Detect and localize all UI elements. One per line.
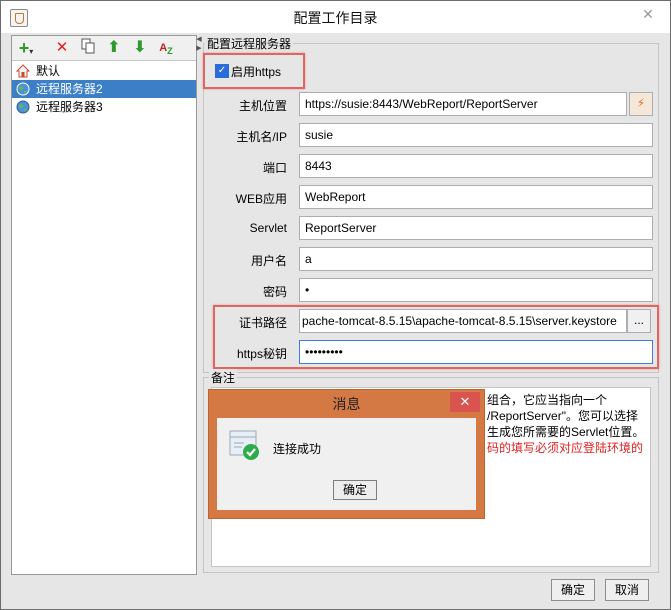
tree-item-remote-server-3[interactable]: 远程服务器3 [12,98,196,116]
window-title: 配置工作目录 [293,10,378,26]
tree-item-default[interactable]: 默认 [12,62,196,80]
host-location-label: 主机位置 [238,99,287,113]
notes-line: /ReportServer"。您可以选择 [487,409,638,423]
notes-line: 组合，它应当指向一个 [487,393,608,407]
arrow-down-icon[interactable]: ⬇ [130,38,150,58]
servlet-label: Servlet [249,221,287,235]
cancel-button[interactable]: 取消 [605,579,649,601]
host-name-field[interactable]: susie [299,123,653,147]
delete-icon[interactable]: ✕ [52,38,72,58]
password-field[interactable]: • [299,278,653,302]
host-name-label: 主机名/IP [236,130,287,144]
splitter-handle[interactable]: ◀ ▶ [195,35,203,75]
web-app-label: WEB应用 [235,192,287,206]
copy-icon[interactable] [78,38,98,58]
dialog-title: 消息 [332,396,361,412]
dialog-message: 连接成功 [273,442,322,456]
cert-highlight-box [213,305,659,369]
server-list-pane: +▾ ✕ ⬆ ⬇ AZ 默认 远程服务器2 远程服务器3 [11,35,197,575]
notes-line: 生成您所需要的Servlet位置。 [487,425,645,439]
username-field[interactable]: a [299,247,653,271]
ok-button[interactable]: 确定 [551,579,595,601]
config-workspace-window: 配置工作目录 ✕ +▾ ✕ ⬆ ⬇ AZ 默认 远程服务器2 远程服务器3 ◀ … [0,0,671,610]
home-icon [15,64,31,78]
sort-icon[interactable]: AZ [156,38,176,58]
dialog-body: 连接成功 确定 [217,418,476,510]
globe-icon [16,82,30,96]
server-list-toolbar: +▾ ✕ ⬆ ⬇ AZ [12,36,196,61]
remote-server-section-title: 配置远程服务器 [205,35,294,52]
username-label: 用户名 [250,254,287,268]
tree-item-remote-server-2[interactable]: 远程服务器2 [12,80,196,98]
tree-item-label: 远程服务器3 [36,100,103,114]
servlet-field[interactable]: ReportServer [299,216,653,240]
host-location-field[interactable]: https://susie:8443/WebReport/ReportServe… [299,92,627,116]
notes-warning-line: 码的填写必须对应登陆环境的 [487,441,644,455]
globe-icon [16,100,30,114]
tree-item-label: 默认 [36,64,61,78]
arrow-up-icon[interactable]: ⬆ [104,38,124,58]
add-icon[interactable]: +▾ [16,38,36,58]
message-dialog: 消息 ✕ 连接成功 确定 [208,389,485,519]
web-app-field[interactable]: WebReport [299,185,653,209]
success-icon [229,430,259,460]
password-label: 密码 [262,285,287,299]
notes-title: 备注 [209,369,238,386]
port-label: 端口 [262,161,287,175]
title-bar: 配置工作目录 ✕ [1,1,670,33]
port-field[interactable]: 8443 [299,154,653,178]
tree-item-label: 远程服务器2 [36,82,103,96]
dialog-close-button[interactable]: ✕ [450,392,480,412]
lightning-icon[interactable]: ⚡ [629,92,653,116]
dialog-ok-button[interactable]: 确定 [333,480,377,500]
window-close-button[interactable]: ✕ [633,2,663,26]
https-highlight-box [203,53,305,89]
server-tree: 默认 远程服务器2 远程服务器3 [12,62,196,116]
